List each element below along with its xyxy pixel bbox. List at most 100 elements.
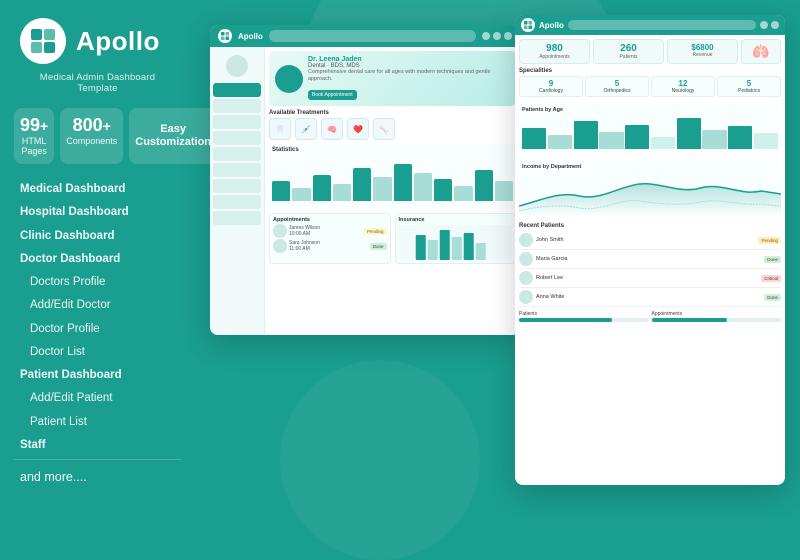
logo-icon xyxy=(20,18,66,64)
left-sidebar: Apollo Medical Admin Dashboard Template … xyxy=(0,0,195,500)
sec-stat-revenue-label: Revenue xyxy=(670,52,735,58)
main-container: Apollo Medical Admin Dashboard Template … xyxy=(0,0,800,500)
sec-header: Apollo xyxy=(515,15,785,35)
mini-search-bar xyxy=(269,30,476,42)
insurance-svg xyxy=(399,225,513,260)
patient-row-2: Maria Garcia Done xyxy=(519,250,781,269)
sec-lung-icon: 🫁 xyxy=(741,39,781,64)
age-bar-7 xyxy=(677,118,701,150)
nav-medical-dashboard[interactable]: Medical Dashboard xyxy=(0,178,195,201)
dashboard-screenshots: Apollo xyxy=(200,15,785,485)
logo-svg xyxy=(28,26,58,56)
nav-doctor-list[interactable]: Doctor List xyxy=(0,341,195,364)
sec-specialities-section: Specialities 9Cardiology 5Orthopedics 12… xyxy=(515,66,785,102)
nav-add-edit-patient[interactable]: Add/Edit Patient xyxy=(0,387,195,410)
mini-logo-text: Apollo xyxy=(238,32,263,41)
mini-sidebar-item-1 xyxy=(213,99,261,113)
bar-2 xyxy=(292,188,310,201)
patient-badge-4: Done xyxy=(764,294,781,301)
age-bar-9 xyxy=(728,126,752,149)
logo-subtitle: Medical Admin Dashboard Template xyxy=(0,72,195,108)
bar-8 xyxy=(414,173,432,202)
mini-main-area: Dr. Leena Jaden Dental · BDS, MDS Compre… xyxy=(265,47,520,335)
mini-header: Apollo xyxy=(210,25,520,47)
sec-stat-patients-num: 260 xyxy=(596,43,661,54)
appt-status-2: Done xyxy=(370,243,387,250)
recent-patients-list: Recent Patients John Smith Pending Maria… xyxy=(515,221,785,309)
appt-text-2: Sara Johnson11:00 AM xyxy=(289,240,320,252)
mini-sidebar-item-2 xyxy=(213,115,261,129)
patient-badge-1: Pending xyxy=(758,237,781,244)
stat-components-number: 800+ xyxy=(66,116,117,134)
sec-patients-age-section: Patients by Age xyxy=(515,102,785,159)
progress-patients-bg xyxy=(519,318,649,322)
doctor-profile-card: Dr. Leena Jaden Dental · BDS, MDS Compre… xyxy=(269,51,516,106)
mini-sidebar-avatar xyxy=(226,55,248,77)
treatment-icon-3: 🧠 xyxy=(321,118,343,140)
mini-icon-1 xyxy=(482,32,490,40)
progress-patients-label: Patients xyxy=(519,311,537,317)
income-line-chart: Income by Department xyxy=(519,161,781,216)
nav-patient-list[interactable]: Patient List xyxy=(0,411,195,434)
nav-doctor-dashboard[interactable]: Doctor Dashboard xyxy=(0,248,195,271)
nav-hospital-dashboard[interactable]: Hospital Dashboard xyxy=(0,201,195,224)
treatments-title: Available Treatments xyxy=(269,110,516,116)
bar-6 xyxy=(373,177,391,201)
mini-sidebar-item-7 xyxy=(213,195,261,209)
mini-icons xyxy=(482,32,512,40)
sec-logo xyxy=(521,18,535,32)
appt-status-1: Pending xyxy=(364,228,387,235)
bar-7 xyxy=(394,164,412,201)
recent-patients-title: Recent Patients xyxy=(519,223,781,229)
nav-add-edit-doctor[interactable]: Add/Edit Doctor xyxy=(0,294,195,317)
bar-4 xyxy=(333,184,351,202)
progress-appointments-label: Appointments xyxy=(652,311,683,317)
logo-area: Apollo xyxy=(0,18,195,72)
nav-staff[interactable]: Staff xyxy=(0,434,195,455)
age-bar-10 xyxy=(754,133,778,149)
patient-name-4: Anna White xyxy=(536,294,761,300)
appt-item-2: Sara Johnson11:00 AM Done xyxy=(273,239,387,253)
treatment-icon-2: 💉 xyxy=(295,118,317,140)
patients-age-chart: Patients by Age xyxy=(519,104,781,154)
secondary-dashboard-mockup: Apollo 980 Appointments 260 Pati xyxy=(515,15,785,485)
sec-stat-appointments: 980 Appointments xyxy=(519,39,590,64)
patient-row-3: Robert Lee Critical xyxy=(519,269,781,288)
sec-stats-row: 980 Appointments 260 Patients $6800 Reve… xyxy=(515,35,785,66)
nav-doctor-profile[interactable]: Doctor Profile xyxy=(0,318,195,341)
sec-mini-icons xyxy=(760,21,779,29)
sec-specialities-grid: 9Cardiology 5Orthopedics 12Neurology 5Pe… xyxy=(519,76,781,97)
progress-appointments-fill xyxy=(652,318,727,322)
sec-stat-patients-label: Patients xyxy=(596,54,661,60)
mini-sidebar-item-4 xyxy=(213,147,261,161)
nav-doctors-profile[interactable]: Doctors Profile xyxy=(0,271,195,294)
nav-patient-dashboard[interactable]: Patient Dashboard xyxy=(0,364,195,387)
stat-components: 800+ Components xyxy=(60,108,123,164)
main-dashboard-mockup: Apollo xyxy=(210,25,520,335)
income-title: Income by Department xyxy=(522,164,778,170)
stat-html-pages-label: HTML Pages xyxy=(20,136,48,156)
bar-1 xyxy=(272,181,290,201)
sec-grid-cardiology: 9Cardiology xyxy=(519,76,583,97)
appt-avatar-1 xyxy=(273,224,287,238)
patient-row-1: John Smith Pending xyxy=(519,231,781,250)
stat-html-pages-number: 99+ xyxy=(20,116,48,134)
logo-text: Apollo xyxy=(76,26,160,57)
right-content: Apollo xyxy=(195,0,800,500)
patient-name-3: Robert Lee xyxy=(536,275,758,281)
book-appointment-btn[interactable]: Book Appointment xyxy=(308,90,357,100)
appointments-card: Appointments James Wilson10:00 AM Pendin… xyxy=(269,213,391,264)
nav-clinic-dashboard[interactable]: Clinic Dashboard xyxy=(0,225,195,248)
sec-stat-revenue: $6800 Revenue xyxy=(667,39,738,64)
age-bar-2 xyxy=(548,135,572,149)
insurance-chart xyxy=(399,225,513,260)
bar-5 xyxy=(353,168,371,201)
nav-list: Medical Dashboard Hospital Dashboard Cli… xyxy=(0,178,195,455)
mini-sidebar-item-3 xyxy=(213,131,261,145)
progress-patients: Patients xyxy=(519,311,649,322)
bar-chart xyxy=(272,153,513,201)
bar-10 xyxy=(454,186,472,201)
insurance-card: Insurance xyxy=(395,213,517,264)
progress-appointments-bg xyxy=(652,318,782,322)
age-bar-1 xyxy=(522,128,546,149)
